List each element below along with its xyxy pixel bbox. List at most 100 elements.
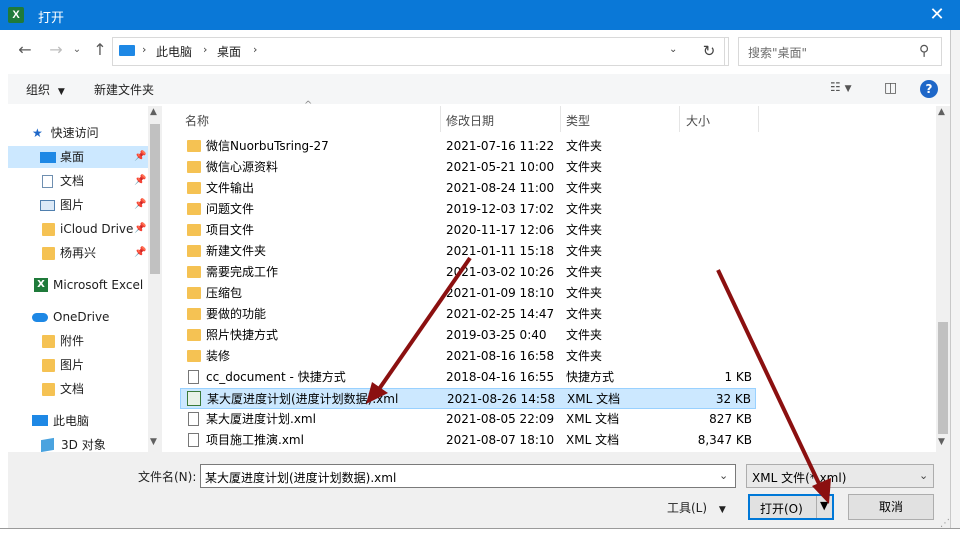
pin-icon[interactable]: 📌 xyxy=(134,194,146,216)
file-date: 2021-08-05 22:09 xyxy=(446,412,555,426)
file-date: 2019-03-25 0:40 xyxy=(446,328,547,342)
file-row[interactable]: 新建文件夹 2021-01-11 15:18 文件夹 xyxy=(180,241,756,262)
nav-scrollbar-thumb[interactable] xyxy=(150,124,160,274)
excel-icon: X xyxy=(8,7,24,23)
chevron-right-icon[interactable]: › xyxy=(253,43,257,56)
picture-icon xyxy=(40,200,55,211)
tools-label: 工具(L) xyxy=(667,501,708,515)
nav-attachments[interactable]: 附件 xyxy=(8,330,148,352)
file-row[interactable]: 某大厦进度计划.xml 2021-08-05 22:09 XML 文档 827 KB xyxy=(180,409,756,430)
column-divider[interactable] xyxy=(440,106,441,132)
excel-icon: X xyxy=(34,278,48,292)
file-name: 某大厦进度计划(进度计划数据).xml xyxy=(207,392,399,406)
file-size: 827 KB xyxy=(709,412,752,426)
file-row[interactable]: 需要完成工作 2021-03-02 10:26 文件夹 xyxy=(180,262,756,283)
file-row[interactable]: 照片快捷方式 2019-03-25 0:40 文件夹 xyxy=(180,325,756,346)
file-date: 2019-12-03 17:02 xyxy=(446,202,555,216)
file-row[interactable]: 问题文件 2019-12-03 17:02 文件夹 xyxy=(180,199,756,220)
scroll-down-icon[interactable]: ▼ xyxy=(938,437,945,447)
resize-grip-icon[interactable]: ⋰ xyxy=(940,518,950,529)
scroll-down-icon[interactable]: ▼ xyxy=(150,437,157,447)
file-name: 压缩包 xyxy=(206,286,243,300)
close-button[interactable]: ✕ xyxy=(918,0,956,30)
chevron-right-icon[interactable]: › xyxy=(203,43,207,56)
breadcrumb-this-pc[interactable]: 此电脑 xyxy=(156,43,192,60)
search-input[interactable]: 搜索"桌面" ⚲ xyxy=(738,37,942,66)
file-row[interactable]: 装修 2021-08-16 16:58 文件夹 xyxy=(180,346,756,367)
folder-icon xyxy=(187,308,201,320)
column-divider[interactable] xyxy=(560,106,561,132)
file-row[interactable]: 要做的功能 2021-02-25 14:47 文件夹 xyxy=(180,304,756,325)
column-divider[interactable] xyxy=(679,106,680,132)
nav-onedrive[interactable]: OneDrive xyxy=(8,306,148,328)
column-header-type[interactable]: 类型 xyxy=(566,112,590,129)
address-dropdown-icon[interactable]: ⌄ xyxy=(669,44,677,55)
tools-button[interactable]: 工具(L) ▼ xyxy=(667,499,726,516)
preview-pane-icon[interactable]: ◫ xyxy=(884,80,897,96)
file-row[interactable]: 微信NuorbuTsring-27 2021-07-16 11:22 文件夹 xyxy=(180,136,756,157)
computer-icon xyxy=(32,415,48,426)
nav-icloud-drive[interactable]: iCloud Drive 📌 xyxy=(8,218,148,240)
nav-microsoft-excel[interactable]: X Microsoft Excel xyxy=(8,274,148,296)
file-date: 2021-01-11 15:18 xyxy=(446,244,555,258)
scroll-up-icon[interactable]: ▲ xyxy=(938,107,945,117)
up-arrow-icon[interactable]: ↑ xyxy=(89,39,111,61)
nav-desktop[interactable]: 桌面 📌 xyxy=(8,146,148,168)
file-row[interactable]: 项目施工推演.xml 2021-08-07 18:10 XML 文档 8,347 KB xyxy=(180,430,756,451)
filename-input[interactable]: 某大厦进度计划(进度计划数据).xml ⌄ xyxy=(200,464,736,488)
file-type: 文件夹 xyxy=(566,307,603,321)
column-divider[interactable] xyxy=(758,106,759,132)
nav-onedrive-pictures[interactable]: 图片 xyxy=(8,354,148,376)
file-row[interactable]: 某大厦进度计划(进度计划数据).xml 2021-08-26 14:58 XML 文… xyxy=(180,388,756,409)
file-date: 2021-08-24 11:00 xyxy=(446,181,555,195)
filetype-select[interactable]: XML 文件(*.xml) ⌄ xyxy=(746,464,934,488)
pin-icon[interactable]: 📌 xyxy=(134,146,146,168)
organize-button[interactable]: 组织 ▼ xyxy=(26,81,65,98)
view-options-icon[interactable]: ☷ ▼ xyxy=(830,80,852,94)
star-icon: ★ xyxy=(32,126,43,140)
recent-dropdown-icon[interactable]: ⌄ xyxy=(66,39,88,61)
folder-icon xyxy=(42,335,55,348)
chevron-down-icon[interactable]: ⌄ xyxy=(719,469,728,482)
pin-icon[interactable]: 📌 xyxy=(134,170,146,192)
column-header-date[interactable]: 修改日期 xyxy=(446,112,494,129)
back-arrow-icon[interactable]: ← xyxy=(14,39,36,61)
file-row[interactable]: 压缩包 2021-01-09 18:10 文件夹 xyxy=(180,283,756,304)
file-date: 2021-08-07 18:10 xyxy=(446,433,555,447)
sort-ascending-icon: ^ xyxy=(304,100,313,111)
file-row[interactable]: cc_document - 快捷方式 2018-04-16 16:55 快捷方式 1 … xyxy=(180,367,756,388)
nav-documents[interactable]: 文档 📌 xyxy=(8,170,148,192)
folder-icon xyxy=(187,350,201,362)
open-dropdown-icon[interactable]: ▼ xyxy=(820,499,828,512)
file-row[interactable]: 微信心源资料 2021-05-21 10:00 文件夹 xyxy=(180,157,756,178)
nav-pictures[interactable]: 图片 📌 xyxy=(8,194,148,216)
scroll-up-icon[interactable]: ▲ xyxy=(150,107,157,117)
nav-yangzaixing[interactable]: 杨再兴 📌 xyxy=(8,242,148,264)
column-header-name[interactable]: 名称 xyxy=(185,112,209,129)
chevron-right-icon[interactable]: › xyxy=(142,43,146,56)
refresh-button[interactable]: ↻ xyxy=(694,37,725,66)
new-folder-button[interactable]: 新建文件夹 xyxy=(94,81,154,98)
address-bar[interactable]: › 此电脑 › 桌面 › ⌄ xyxy=(112,37,729,66)
file-row[interactable]: 项目文件 2020-11-17 12:06 文件夹 xyxy=(180,220,756,241)
cancel-button[interactable]: 取消 xyxy=(848,494,934,520)
search-icon: ⚲ xyxy=(919,43,930,59)
help-icon[interactable]: ? xyxy=(920,80,938,98)
nav-this-pc[interactable]: 此电脑 xyxy=(8,410,148,432)
background-spreadsheet-row xyxy=(0,528,960,541)
pin-icon[interactable]: 📌 xyxy=(134,242,146,264)
open-label: 打开(O) xyxy=(760,502,803,516)
nav-quick-access[interactable]: ★ 快速访问 xyxy=(32,122,99,144)
column-header-size[interactable]: 大小 xyxy=(686,112,710,129)
file-row[interactable]: 文件输出 2021-08-24 11:00 文件夹 xyxy=(180,178,756,199)
file-list-scrollbar-thumb[interactable] xyxy=(938,322,948,434)
forward-arrow-icon[interactable]: → xyxy=(45,39,67,61)
breadcrumb-desktop[interactable]: 桌面 xyxy=(217,43,241,60)
file-icon xyxy=(188,433,199,447)
folder-icon xyxy=(187,182,201,194)
nav-onedrive-documents[interactable]: 文档 xyxy=(8,378,148,400)
pin-icon[interactable]: 📌 xyxy=(134,218,146,240)
open-button[interactable]: 打开(O) ▼ xyxy=(748,494,834,520)
file-date: 2021-08-26 14:58 xyxy=(447,392,556,406)
file-name: cc_document - 快捷方式 xyxy=(206,370,346,384)
